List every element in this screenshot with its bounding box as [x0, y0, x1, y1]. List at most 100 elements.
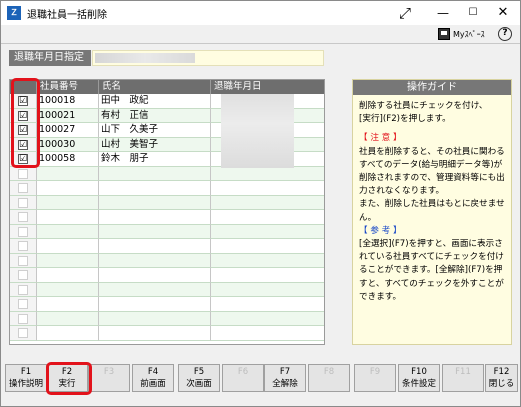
row-check-cell[interactable]	[10, 166, 37, 181]
row-checkbox[interactable]	[18, 313, 28, 324]
table-row[interactable]	[10, 166, 324, 181]
fkey-f10[interactable]: F10 条件設定	[398, 364, 440, 392]
row-checkbox[interactable]	[18, 183, 28, 193]
fkey-key-label: F12	[493, 367, 510, 377]
row-emp-no: 100027	[37, 123, 99, 138]
row-checkbox[interactable]	[18, 284, 28, 295]
row-check-cell[interactable]	[10, 210, 37, 225]
row-name	[99, 268, 211, 283]
row-check-cell[interactable]	[10, 181, 37, 196]
guide-caution-text: 社員を削除すると、その社員に関わるすべてのデータ(給与明細データ等)が削除されま…	[359, 146, 505, 197]
table-row[interactable]	[10, 224, 324, 239]
row-retire-date	[211, 311, 324, 326]
fkey-f1[interactable]: F1 操作説明	[5, 364, 47, 392]
fkey-key-label: F7	[279, 367, 291, 377]
operation-guide-panel: 操作ガイド 削除する社員にチェックを付け、 [実行](F2)を押します。 【 注 …	[352, 79, 512, 345]
table-row[interactable]	[10, 268, 324, 283]
row-emp-no: 100058	[37, 152, 99, 167]
row-emp-no	[37, 195, 99, 210]
guide-line2: [実行](F2)を押します。	[359, 114, 451, 125]
row-check-cell[interactable]	[10, 268, 37, 283]
fkey-action-label: 前画面	[140, 379, 166, 389]
row-name	[99, 166, 211, 181]
fkey-key-label: F6	[237, 367, 249, 377]
row-check-cell[interactable]	[10, 224, 37, 239]
myspace-button[interactable]: Myｽﾍﾟｰｽ	[438, 27, 485, 41]
row-retire-date	[211, 195, 324, 210]
expand-icon[interactable]: ⤢	[385, 1, 425, 25]
guide-caution-text2: また、削除した社員はもとに戻せません。	[359, 199, 505, 223]
table-row[interactable]	[10, 195, 324, 210]
table-header: 社員番号 氏名 退職年月日	[10, 80, 324, 94]
table-row[interactable]	[10, 239, 324, 254]
close-button[interactable]: ✕	[483, 1, 521, 25]
row-name	[99, 181, 211, 196]
fkey-f8: F8	[308, 364, 350, 392]
fkey-f12[interactable]: F12 閉じる	[485, 364, 518, 392]
row-name: 鈴木 朋子	[99, 152, 211, 167]
row-checkbox[interactable]	[18, 299, 28, 309]
retire-date-column-redacted	[221, 94, 294, 168]
row-check-cell[interactable]	[10, 311, 37, 326]
row-name	[99, 311, 211, 326]
guide-body: 削除する社員にチェックを付け、 [実行](F2)を押します。 【 注 意 】 社員…	[353, 95, 511, 304]
table-row[interactable]	[10, 297, 324, 312]
row-emp-no	[37, 297, 99, 312]
fkey-f9: F9	[354, 364, 396, 392]
row-check-cell[interactable]	[10, 253, 37, 268]
header-emp-no: 社員番号	[37, 80, 99, 94]
fkey-f3: F3	[88, 364, 130, 392]
row-checkbox[interactable]	[18, 255, 28, 266]
row-check-cell[interactable]	[10, 326, 37, 341]
fkey-f7[interactable]: F7 全解除	[264, 364, 306, 392]
guide-title: 操作ガイド	[353, 80, 511, 95]
table-row[interactable]	[10, 282, 324, 297]
row-emp-no	[37, 282, 99, 297]
row-checkbox[interactable]	[18, 168, 28, 179]
myspace-label: Myｽﾍﾟｰｽ	[453, 29, 485, 39]
table-row[interactable]	[10, 210, 324, 225]
guide-reference-text: [全選択](F7)を押すと、画面に表示されている社員すべてにチェックを付けること…	[359, 239, 504, 302]
toolbar: Myｽﾍﾟｰｽ ?	[1, 25, 520, 43]
table-row[interactable]	[10, 181, 324, 196]
row-retire-date	[211, 282, 324, 297]
row-emp-no	[37, 166, 99, 181]
fkey-f11: F11	[442, 364, 484, 392]
row-emp-no	[37, 311, 99, 326]
row-check-cell[interactable]	[10, 297, 37, 312]
row-check-cell[interactable]	[10, 239, 37, 254]
table-row[interactable]	[10, 253, 324, 268]
table-row[interactable]	[10, 311, 324, 326]
fkey-action-label: 閉じる	[488, 379, 515, 389]
row-name	[99, 282, 211, 297]
row-checkbox[interactable]	[18, 270, 28, 280]
toolbar-divider	[1, 43, 520, 44]
row-check-cell[interactable]	[10, 195, 37, 210]
fkey-key-label: F10	[411, 367, 427, 377]
row-retire-date	[211, 253, 324, 268]
fkey-key-label: F11	[455, 367, 471, 377]
row-check-cell[interactable]	[10, 282, 37, 297]
row-checkbox[interactable]	[18, 241, 28, 251]
row-retire-date	[211, 210, 324, 225]
row-checkbox[interactable]	[18, 212, 28, 222]
row-emp-no	[37, 326, 99, 341]
row-name	[99, 224, 211, 239]
fkey-key-label: F5	[193, 367, 205, 377]
row-retire-date	[211, 224, 324, 239]
row-emp-no	[37, 268, 99, 283]
fkey-f5[interactable]: F5 次画面	[178, 364, 220, 392]
help-icon[interactable]: ?	[498, 27, 512, 41]
fkey-key-label: F8	[323, 367, 335, 377]
row-checkbox[interactable]	[18, 226, 28, 237]
retire-date-label: 退職年月日指定	[9, 50, 91, 66]
f2-highlight-frame	[46, 362, 92, 395]
row-name	[99, 195, 211, 210]
fkey-f4[interactable]: F4 前画面	[132, 364, 174, 392]
row-name	[99, 297, 211, 312]
row-checkbox[interactable]	[18, 197, 28, 208]
retire-date-redacted	[95, 53, 195, 63]
table-row[interactable]	[10, 326, 324, 341]
row-checkbox[interactable]	[18, 328, 28, 338]
row-retire-date	[211, 181, 324, 196]
